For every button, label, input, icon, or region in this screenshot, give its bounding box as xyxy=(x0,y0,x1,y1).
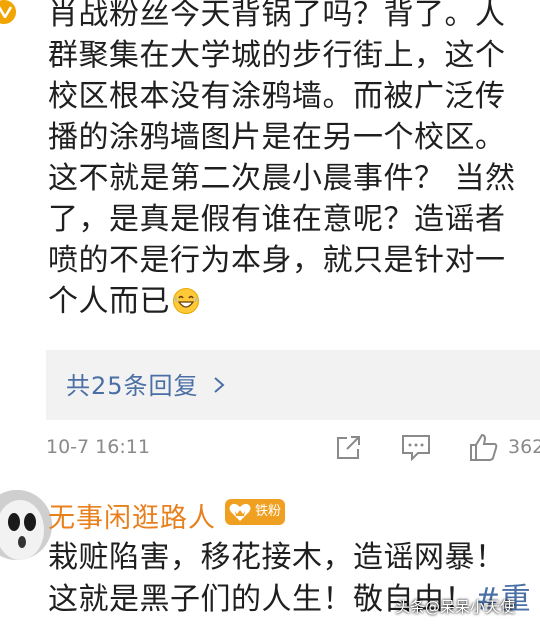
comment-icon[interactable] xyxy=(400,432,432,466)
username[interactable]: 无事闲逛路人 xyxy=(48,496,216,535)
like-icon[interactable] xyxy=(468,432,500,466)
comment-meta-row: 10-7 16:11 362 xyxy=(46,428,540,468)
fan-badge-label: 铁粉 xyxy=(255,504,282,519)
heart-crown-icon xyxy=(228,502,252,532)
view-replies-link[interactable]: 共25条回复 xyxy=(66,366,225,401)
chevron-right-icon xyxy=(213,372,225,400)
user-avatar[interactable] xyxy=(0,490,52,560)
watermark: 头条@呆呆小天使 xyxy=(395,598,516,616)
like-count: 362 xyxy=(508,436,540,458)
comment-body-text: 肖战粉丝今天背锅了吗？背了。人 群聚集在大学城的步行街上，这个 校区根本没有涂鸦… xyxy=(48,0,516,319)
fan-badge: 铁粉 xyxy=(225,499,285,525)
share-icon[interactable] xyxy=(334,432,364,466)
grinning-sweat-emoji-icon xyxy=(173,288,199,314)
replies-panel: 共25条回复 xyxy=(46,350,540,420)
replies-link-label: 共25条回复 xyxy=(66,372,199,400)
verified-badge-icon xyxy=(0,0,18,26)
comment-text: 肖战粉丝今天背锅了吗？背了。人 群聚集在大学城的步行街上，这个 校区根本没有涂鸦… xyxy=(48,0,536,322)
comment-timestamp: 10-7 16:11 xyxy=(46,436,150,458)
